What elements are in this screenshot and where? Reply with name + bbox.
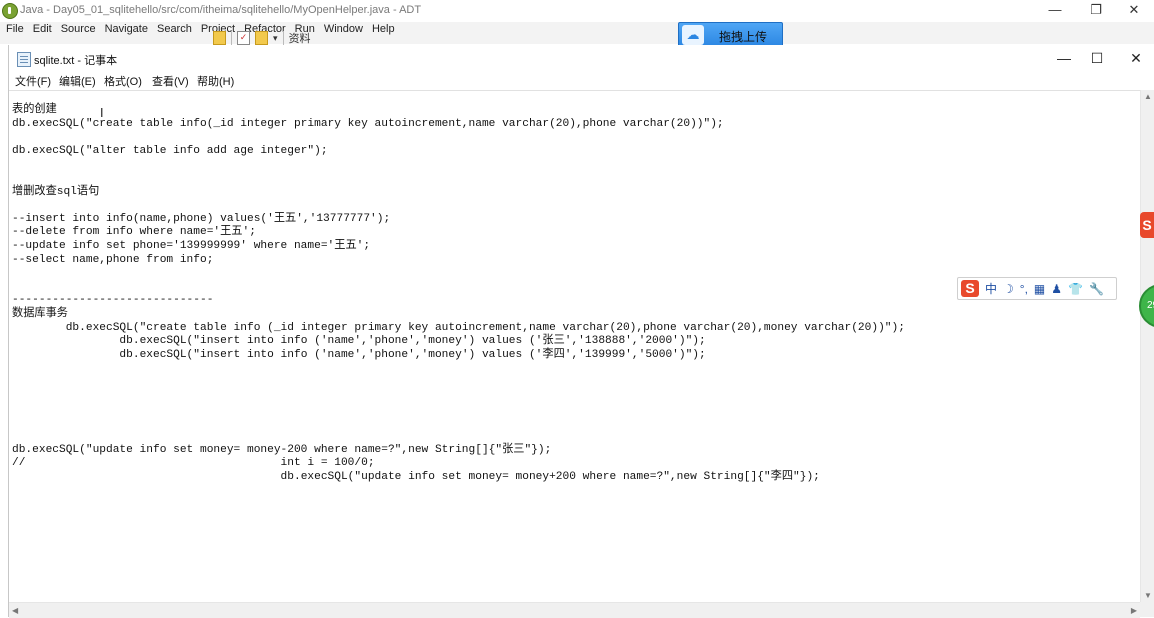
- adt-window-title: Java - Day05_01_sqlitehello/src/com/ithe…: [20, 4, 422, 16]
- notepad-menu-format[interactable]: 格式(O): [104, 73, 142, 89]
- toolbar-label[interactable]: 资料: [289, 30, 311, 46]
- keyboard-icon[interactable]: ▦: [1034, 282, 1045, 296]
- notepad-menu-help[interactable]: 帮助(H): [197, 73, 234, 89]
- toolbar-separator: [282, 31, 284, 45]
- ime-toolbar[interactable]: S 中 ☽ °, ▦ ♟ 👕 🔧: [957, 277, 1117, 300]
- notepad-title: sqlite.txt - 记事本: [34, 55, 118, 67]
- moon-icon[interactable]: ☽: [1003, 282, 1014, 296]
- ime-chinese-mode[interactable]: 中: [985, 282, 997, 296]
- folder-icon[interactable]: [255, 31, 268, 45]
- vertical-scrollbar[interactable]: ▲ ▼: [1140, 90, 1154, 602]
- folder-icon[interactable]: [213, 31, 226, 45]
- notepad-close-button[interactable]: ✕: [1116, 45, 1154, 72]
- notepad-maximize-button[interactable]: ☐: [1077, 45, 1117, 72]
- notepad-text-area[interactable]: 表的创建 db.execSQL("create table info(_id i…: [9, 90, 1140, 603]
- upload-button-label: 拖拽上传: [719, 30, 768, 44]
- wrench-icon[interactable]: 🔧: [1089, 282, 1104, 296]
- notepad-menu-edit[interactable]: 编辑(E): [59, 73, 96, 89]
- cloud-icon: ☁: [682, 25, 704, 45]
- notepad-menu-bar: 文件(F) 编辑(E) 格式(O) 查看(V) 帮助(H): [9, 72, 1154, 90]
- adt-menu-navigate[interactable]: Navigate: [105, 22, 148, 44]
- sogou-s-icon[interactable]: S: [961, 280, 979, 297]
- notepad-window: sqlite.txt - 记事本 — ☐ ✕ 文件(F) 编辑(E) 格式(O)…: [8, 45, 1154, 618]
- adt-menu-file[interactable]: File: [6, 22, 24, 44]
- adt-menu-search[interactable]: Search: [157, 22, 192, 44]
- notepad-menu-view[interactable]: 查看(V): [152, 73, 189, 89]
- adt-close-button[interactable]: ✕: [1114, 0, 1154, 22]
- adt-minimize-button[interactable]: —: [1035, 0, 1075, 22]
- dropdown-arrow-icon[interactable]: ▾: [273, 33, 278, 44]
- ibeam-cursor-icon: I: [100, 106, 104, 120]
- adt-menu-source[interactable]: Source: [61, 22, 96, 44]
- scroll-down-icon[interactable]: ▼: [1144, 591, 1152, 600]
- task-check-icon[interactable]: ✓: [237, 31, 250, 45]
- toolbar-separator: [231, 31, 232, 45]
- adt-menu-edit[interactable]: Edit: [33, 22, 52, 44]
- notepad-title-bar: sqlite.txt - 记事本 — ☐ ✕: [9, 45, 1154, 72]
- adt-menu-window[interactable]: Window: [324, 22, 363, 44]
- adt-toolbar: ✓ ▾ 资料: [213, 30, 311, 46]
- notepad-menu-file[interactable]: 文件(F): [15, 73, 51, 89]
- scrollbar-corner: [1140, 602, 1154, 617]
- punctuation-icon[interactable]: °,: [1020, 282, 1028, 296]
- user-icon[interactable]: ♟: [1051, 282, 1062, 296]
- scroll-up-icon[interactable]: ▲: [1144, 92, 1152, 101]
- notepad-icon: [17, 52, 31, 67]
- adt-restore-button[interactable]: ❐: [1076, 0, 1116, 22]
- adt-menu-help[interactable]: Help: [372, 22, 395, 44]
- scroll-right-icon[interactable]: ▶: [1131, 606, 1137, 615]
- scroll-left-icon[interactable]: ◀: [12, 606, 18, 615]
- adt-menu-bar: File Edit Source Navigate Search Project…: [0, 22, 1154, 44]
- adt-title-bar: Java - Day05_01_sqlitehello/src/com/ithe…: [0, 0, 1154, 23]
- adt-logo-icon: [2, 3, 18, 19]
- horizontal-scrollbar[interactable]: ◀ ▶: [9, 602, 1140, 618]
- sogou-edge-icon[interactable]: S: [1140, 212, 1154, 238]
- skin-icon[interactable]: 👕: [1068, 282, 1083, 296]
